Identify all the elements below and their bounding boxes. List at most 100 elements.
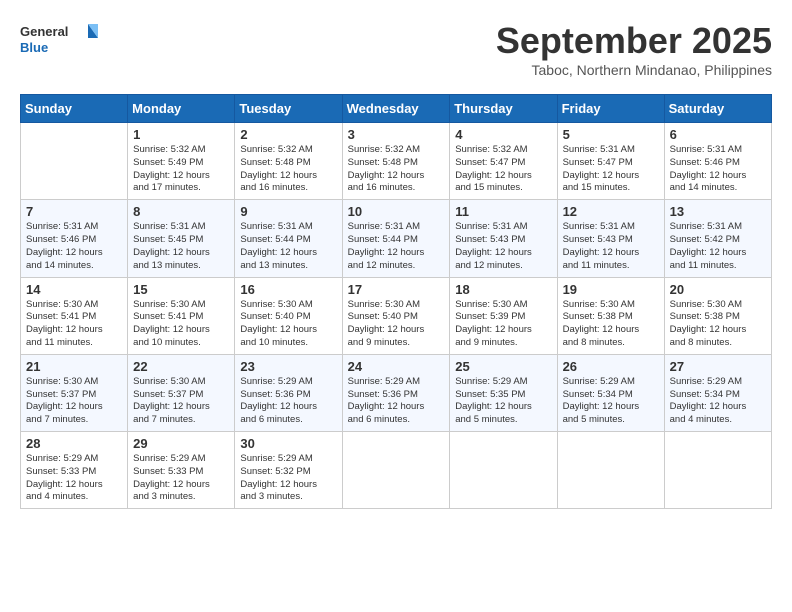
calendar-header: SundayMondayTuesdayWednesdayThursdayFrid… — [21, 95, 772, 123]
cell-info: Sunrise: 5:31 AM Sunset: 5:43 PM Dayligh… — [455, 221, 551, 272]
day-number: 8 — [133, 204, 229, 219]
calendar-table: SundayMondayTuesdayWednesdayThursdayFrid… — [20, 94, 772, 509]
day-number: 4 — [455, 127, 551, 142]
calendar-week-row: 28 Sunrise: 5:29 AM Sunset: 5:33 PM Dayli… — [21, 432, 772, 509]
cell-info: Sunrise: 5:30 AM Sunset: 5:37 PM Dayligh… — [133, 376, 229, 427]
day-number: 11 — [455, 204, 551, 219]
cell-info: Sunrise: 5:32 AM Sunset: 5:48 PM Dayligh… — [348, 144, 445, 195]
cell-info: Sunrise: 5:29 AM Sunset: 5:34 PM Dayligh… — [670, 376, 766, 427]
svg-text:General: General — [20, 24, 68, 39]
weekday-header: Tuesday — [235, 95, 342, 123]
day-number: 6 — [670, 127, 766, 142]
calendar-cell: 26 Sunrise: 5:29 AM Sunset: 5:34 PM Dayli… — [557, 354, 664, 431]
day-number: 24 — [348, 359, 445, 374]
day-number: 14 — [26, 282, 122, 297]
cell-info: Sunrise: 5:32 AM Sunset: 5:48 PM Dayligh… — [240, 144, 336, 195]
cell-info: Sunrise: 5:31 AM Sunset: 5:44 PM Dayligh… — [348, 221, 445, 272]
day-number: 28 — [26, 436, 122, 451]
cell-info: Sunrise: 5:31 AM Sunset: 5:44 PM Dayligh… — [240, 221, 336, 272]
cell-info: Sunrise: 5:32 AM Sunset: 5:49 PM Dayligh… — [133, 144, 229, 195]
day-number: 7 — [26, 204, 122, 219]
cell-info: Sunrise: 5:30 AM Sunset: 5:39 PM Dayligh… — [455, 299, 551, 350]
day-number: 19 — [563, 282, 659, 297]
calendar-week-row: 1Sunrise: 5:32 AM Sunset: 5:49 PM Daylig… — [21, 123, 772, 200]
day-number: 15 — [133, 282, 229, 297]
calendar-cell: 15 Sunrise: 5:30 AM Sunset: 5:41 PM Dayli… — [128, 277, 235, 354]
cell-info: Sunrise: 5:31 AM Sunset: 5:47 PM Dayligh… — [563, 144, 659, 195]
day-number: 17 — [348, 282, 445, 297]
calendar-cell: 7 Sunrise: 5:31 AM Sunset: 5:46 PM Daylig… — [21, 200, 128, 277]
svg-text:Blue: Blue — [20, 40, 48, 55]
cell-info: Sunrise: 5:29 AM Sunset: 5:32 PM Dayligh… — [240, 453, 336, 504]
weekday-header: Thursday — [450, 95, 557, 123]
calendar-cell: 3Sunrise: 5:32 AM Sunset: 5:48 PM Daylig… — [342, 123, 450, 200]
day-number: 18 — [455, 282, 551, 297]
calendar-cell: 19 Sunrise: 5:30 AM Sunset: 5:38 PM Dayli… — [557, 277, 664, 354]
day-number: 27 — [670, 359, 766, 374]
calendar-cell: 1Sunrise: 5:32 AM Sunset: 5:49 PM Daylig… — [128, 123, 235, 200]
calendar-cell — [342, 432, 450, 509]
cell-info: Sunrise: 5:30 AM Sunset: 5:40 PM Dayligh… — [348, 299, 445, 350]
title-block: September 2025 Taboc, Northern Mindanao,… — [496, 20, 772, 78]
weekday-header: Saturday — [664, 95, 771, 123]
cell-info: Sunrise: 5:30 AM Sunset: 5:40 PM Dayligh… — [240, 299, 336, 350]
cell-info: Sunrise: 5:30 AM Sunset: 5:38 PM Dayligh… — [563, 299, 659, 350]
calendar-cell: 29Sunrise: 5:29 AM Sunset: 5:33 PM Dayli… — [128, 432, 235, 509]
day-number: 26 — [563, 359, 659, 374]
calendar-cell — [21, 123, 128, 200]
day-number: 21 — [26, 359, 122, 374]
calendar-cell: 30 Sunrise: 5:29 AM Sunset: 5:32 PM Dayli… — [235, 432, 342, 509]
calendar-cell: 14 Sunrise: 5:30 AM Sunset: 5:41 PM Dayli… — [21, 277, 128, 354]
calendar-cell — [664, 432, 771, 509]
calendar-cell: 11 Sunrise: 5:31 AM Sunset: 5:43 PM Dayli… — [450, 200, 557, 277]
cell-info: Sunrise: 5:30 AM Sunset: 5:41 PM Dayligh… — [133, 299, 229, 350]
calendar-cell: 18 Sunrise: 5:30 AM Sunset: 5:39 PM Dayli… — [450, 277, 557, 354]
day-number: 12 — [563, 204, 659, 219]
page-header: General Blue September 2025 Taboc, North… — [20, 20, 772, 78]
day-number: 23 — [240, 359, 336, 374]
calendar-cell: 21 Sunrise: 5:30 AM Sunset: 5:37 PM Dayli… — [21, 354, 128, 431]
cell-info: Sunrise: 5:29 AM Sunset: 5:34 PM Dayligh… — [563, 376, 659, 427]
day-number: 10 — [348, 204, 445, 219]
calendar-cell: 5 Sunrise: 5:31 AM Sunset: 5:47 PM Daylig… — [557, 123, 664, 200]
cell-info: Sunrise: 5:29 AM Sunset: 5:35 PM Dayligh… — [455, 376, 551, 427]
cell-info: Sunrise: 5:31 AM Sunset: 5:46 PM Dayligh… — [26, 221, 122, 272]
calendar-cell — [450, 432, 557, 509]
day-number: 30 — [240, 436, 336, 451]
weekday-header: Wednesday — [342, 95, 450, 123]
day-number: 2 — [240, 127, 336, 142]
day-number: 13 — [670, 204, 766, 219]
day-number: 5 — [563, 127, 659, 142]
day-number: 20 — [670, 282, 766, 297]
weekday-header: Sunday — [21, 95, 128, 123]
cell-info: Sunrise: 5:30 AM Sunset: 5:41 PM Dayligh… — [26, 299, 122, 350]
calendar-cell: 9 Sunrise: 5:31 AM Sunset: 5:44 PM Daylig… — [235, 200, 342, 277]
day-number: 9 — [240, 204, 336, 219]
cell-info: Sunrise: 5:31 AM Sunset: 5:45 PM Dayligh… — [133, 221, 229, 272]
calendar-week-row: 21 Sunrise: 5:30 AM Sunset: 5:37 PM Dayli… — [21, 354, 772, 431]
calendar-cell: 22 Sunrise: 5:30 AM Sunset: 5:37 PM Dayli… — [128, 354, 235, 431]
cell-info: Sunrise: 5:31 AM Sunset: 5:42 PM Dayligh… — [670, 221, 766, 272]
cell-info: Sunrise: 5:29 AM Sunset: 5:33 PM Dayligh… — [26, 453, 122, 504]
day-number: 22 — [133, 359, 229, 374]
calendar-cell: 6 Sunrise: 5:31 AM Sunset: 5:46 PM Daylig… — [664, 123, 771, 200]
cell-info: Sunrise: 5:30 AM Sunset: 5:37 PM Dayligh… — [26, 376, 122, 427]
cell-info: Sunrise: 5:29 AM Sunset: 5:33 PM Dayligh… — [133, 453, 229, 504]
calendar-week-row: 14 Sunrise: 5:30 AM Sunset: 5:41 PM Dayli… — [21, 277, 772, 354]
weekday-header: Friday — [557, 95, 664, 123]
calendar-cell: 25Sunrise: 5:29 AM Sunset: 5:35 PM Dayli… — [450, 354, 557, 431]
calendar-cell: 27 Sunrise: 5:29 AM Sunset: 5:34 PM Dayli… — [664, 354, 771, 431]
calendar-cell: 28 Sunrise: 5:29 AM Sunset: 5:33 PM Dayli… — [21, 432, 128, 509]
calendar-cell: 17 Sunrise: 5:30 AM Sunset: 5:40 PM Dayli… — [342, 277, 450, 354]
calendar-cell: 13 Sunrise: 5:31 AM Sunset: 5:42 PM Dayli… — [664, 200, 771, 277]
cell-info: Sunrise: 5:31 AM Sunset: 5:46 PM Dayligh… — [670, 144, 766, 195]
calendar-cell: 4Sunrise: 5:32 AM Sunset: 5:47 PM Daylig… — [450, 123, 557, 200]
cell-info: Sunrise: 5:31 AM Sunset: 5:43 PM Dayligh… — [563, 221, 659, 272]
logo: General Blue — [20, 20, 100, 60]
location: Taboc, Northern Mindanao, Philippines — [496, 62, 772, 78]
day-number: 16 — [240, 282, 336, 297]
calendar-week-row: 7 Sunrise: 5:31 AM Sunset: 5:46 PM Daylig… — [21, 200, 772, 277]
calendar-cell: 16 Sunrise: 5:30 AM Sunset: 5:40 PM Dayli… — [235, 277, 342, 354]
calendar-cell: 24Sunrise: 5:29 AM Sunset: 5:36 PM Dayli… — [342, 354, 450, 431]
month-title: September 2025 — [496, 20, 772, 62]
